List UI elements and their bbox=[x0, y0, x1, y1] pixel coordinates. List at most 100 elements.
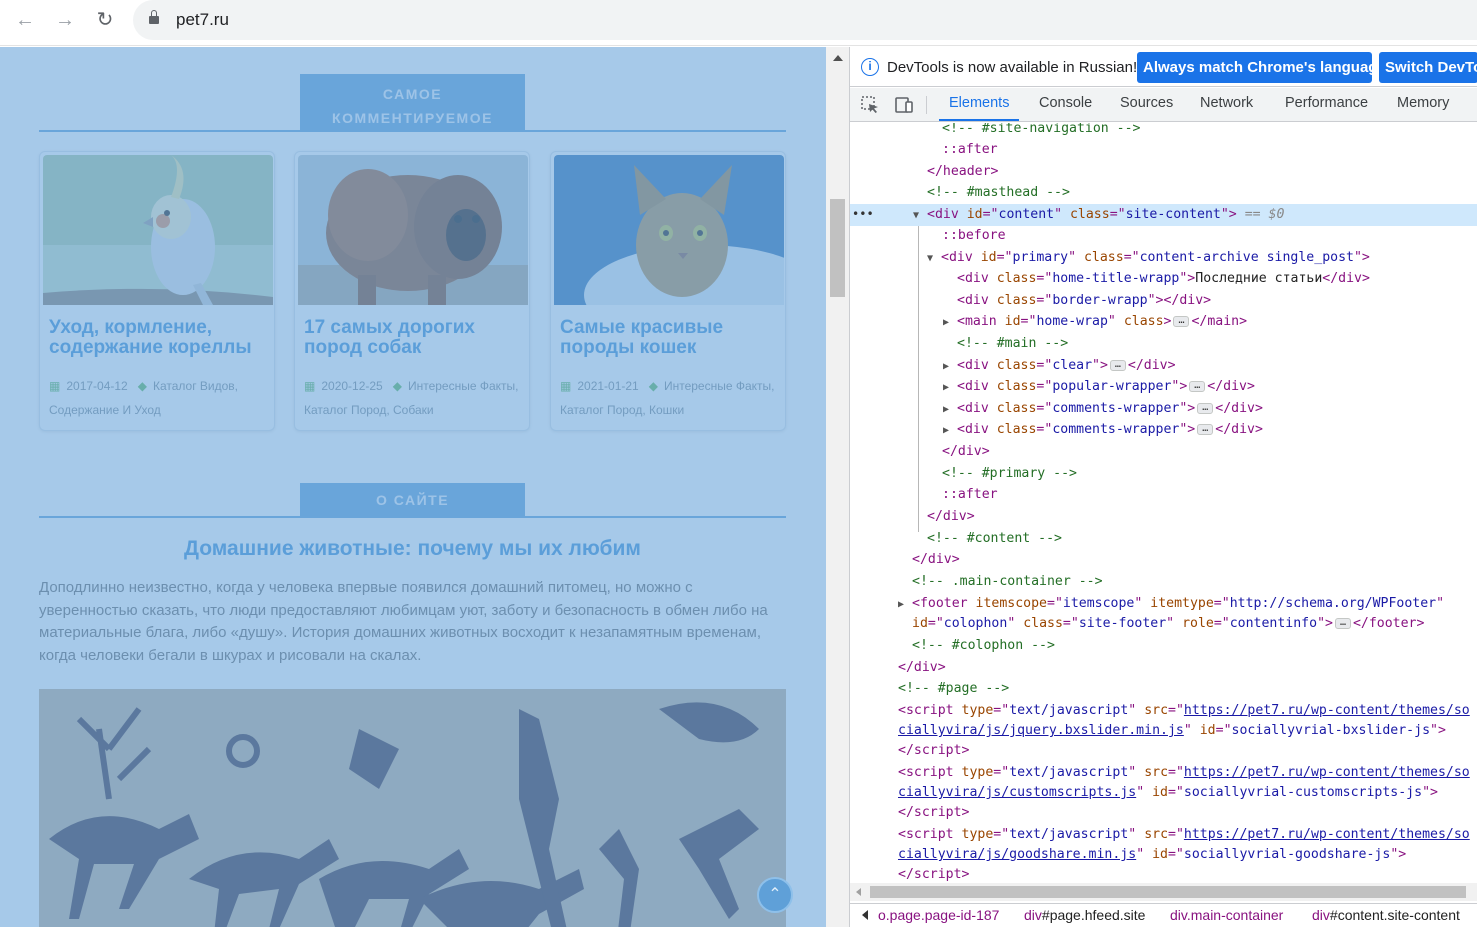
dom-node[interactable]: ▶ <footer itemscope="itemscope" itemtype=… bbox=[850, 593, 1477, 615]
about-paragraph: Доподлинно неизвестно, когда у человека … bbox=[39, 579, 768, 664]
dom-node[interactable]: ciallyvira/js/goodshare.min.js" id="soci… bbox=[850, 844, 1477, 866]
dom-node[interactable]: </header> bbox=[850, 161, 1477, 183]
collapse-triangle-icon[interactable]: ▼ bbox=[927, 248, 941, 270]
dom-node[interactable]: ::after bbox=[850, 484, 1477, 506]
post-date: 2017-04-12 bbox=[66, 379, 128, 393]
tab-network[interactable]: Network bbox=[1200, 88, 1253, 121]
calendar-icon: ▦ bbox=[49, 379, 61, 393]
dom-node[interactable]: <!-- #masthead --> bbox=[850, 182, 1477, 204]
scroll-up-arrow-icon[interactable] bbox=[833, 55, 843, 61]
dom-node[interactable]: </script> bbox=[850, 864, 1477, 881]
breadcrumb-item[interactable]: div#content.site-content bbox=[1312, 907, 1460, 923]
dom-node[interactable]: ::after bbox=[850, 139, 1477, 161]
tag-icon: ◆ bbox=[392, 379, 402, 393]
dom-node[interactable]: ▶ <div class="clear">… </div> bbox=[850, 355, 1477, 377]
dom-node[interactable]: <!-- #site-navigation --> bbox=[850, 123, 1477, 140]
page-viewport: САМОЕ КОММЕНТИРУЕМОЕ Уход, кормление, со… bbox=[0, 47, 849, 927]
post-thumbnail-mastiff[interactable] bbox=[298, 155, 528, 305]
inspect-element-icon[interactable] bbox=[860, 95, 880, 115]
dom-node[interactable]: </div> bbox=[850, 657, 1477, 679]
post-thumbnail-cat[interactable] bbox=[554, 155, 784, 305]
dom-horizontal-scrollbar[interactable] bbox=[850, 883, 1477, 901]
scroll-left-arrow-icon[interactable] bbox=[856, 888, 861, 896]
dom-node[interactable]: ciallyvira/js/customscripts.js" id="soci… bbox=[850, 782, 1477, 804]
tab-performance[interactable]: Performance bbox=[1285, 88, 1368, 121]
reload-icon[interactable]: ↻ bbox=[91, 6, 119, 34]
dom-node[interactable]: <!-- #page --> bbox=[850, 678, 1477, 700]
expand-triangle-icon[interactable]: ▶ bbox=[943, 377, 957, 399]
post-date: 2020-12-25 bbox=[321, 379, 383, 393]
post-meta: ▦ 2021-01-21 ◆ Интересные Факты, Каталог По… bbox=[560, 374, 782, 422]
expand-triangle-icon[interactable]: ▶ bbox=[943, 312, 957, 334]
dom-node[interactable]: <div class="border-wrapp"></div> bbox=[850, 290, 1477, 312]
tab-memory[interactable]: Memory bbox=[1397, 88, 1449, 121]
dom-node[interactable]: ▶ <div class="popular-wrapper">… </div> bbox=[850, 376, 1477, 398]
post-meta: ▦ 2017-04-12 ◆ Каталог Видов, Содержание И … bbox=[49, 374, 271, 422]
section-divider bbox=[39, 130, 786, 132]
page-vertical-scrollbar[interactable] bbox=[826, 47, 849, 927]
breadcrumb: o.page.page-id-187 div#page.hfeed.site d… bbox=[850, 903, 1477, 927]
dom-node[interactable]: </script> bbox=[850, 802, 1477, 824]
scrollbar-thumb[interactable] bbox=[870, 886, 1466, 898]
expand-triangle-icon[interactable]: ▶ bbox=[943, 356, 957, 378]
tab-sources[interactable]: Sources bbox=[1120, 88, 1173, 121]
device-toolbar-icon[interactable] bbox=[894, 95, 914, 115]
dom-node[interactable]: <script type="text/javascript" src="http… bbox=[850, 824, 1477, 846]
dom-node[interactable]: <!-- .main-container --> bbox=[850, 571, 1477, 593]
post-title[interactable]: Самые красивые породы кошек bbox=[560, 318, 780, 358]
dom-node[interactable]: <script type="text/javascript" src="http… bbox=[850, 762, 1477, 784]
section-title-about: О САЙТЕ bbox=[300, 483, 525, 517]
breadcrumb-item[interactable]: div#page.hfeed.site bbox=[1024, 907, 1145, 923]
tab-console[interactable]: Console bbox=[1039, 88, 1092, 121]
post-thumbnail-cockatiel[interactable] bbox=[43, 155, 273, 305]
dom-node[interactable]: <!-- #content --> bbox=[850, 528, 1477, 550]
always-match-language-button[interactable]: Always match Chrome's language bbox=[1137, 52, 1372, 83]
tag-icon: ◆ bbox=[648, 379, 658, 393]
breadcrumb-item[interactable]: o.page.page-id-187 bbox=[878, 907, 999, 923]
dom-node[interactable]: </div> bbox=[850, 441, 1477, 463]
post-title[interactable]: Уход, кормление, содержание кореллы bbox=[49, 318, 269, 358]
dom-node[interactable]: </div> bbox=[850, 549, 1477, 571]
breadcrumb-scroll-left-icon[interactable] bbox=[862, 910, 868, 920]
dom-node[interactable]: <div class="home-title-wrapp">Последние … bbox=[850, 268, 1477, 290]
forward-arrow-icon[interactable]: → bbox=[51, 6, 79, 34]
dom-node[interactable]: id="colophon" class="site-footer" role="… bbox=[850, 613, 1477, 635]
dom-node[interactable]: ::before bbox=[850, 225, 1477, 247]
dom-node[interactable]: <!-- #colophon --> bbox=[850, 635, 1477, 657]
post-title[interactable]: 17 самых дорогих пород собак bbox=[304, 318, 524, 358]
dom-node[interactable]: ▶ <main id="home-wrap" class>… </main> bbox=[850, 311, 1477, 333]
address-bar[interactable]: pet7.ru bbox=[133, 0, 1477, 40]
tab-separator bbox=[926, 96, 927, 114]
dom-node[interactable]: <script type="text/javascript" src="http… bbox=[850, 700, 1477, 722]
back-arrow-icon[interactable]: ← bbox=[11, 6, 39, 34]
elements-dom-tree[interactable]: <!-- #site-navigation --> ::after </head… bbox=[850, 123, 1477, 881]
dom-node[interactable]: <!-- #main --> bbox=[850, 333, 1477, 355]
dom-node[interactable]: </script> bbox=[850, 740, 1477, 762]
dom-node-selected[interactable]: ••• ▼ <div id="content" class="site-conten… bbox=[850, 204, 1477, 226]
dom-node[interactable]: <!-- #primary --> bbox=[850, 463, 1477, 485]
calendar-icon: ▦ bbox=[560, 379, 572, 393]
post-card[interactable]: Самые красивые породы кошек ▦ 2021-01-21 ◆… bbox=[550, 151, 786, 431]
switch-language-button[interactable]: Switch DevTools to Russian bbox=[1379, 52, 1477, 83]
dom-node[interactable]: ciallyvira/js/jquery.bxslider.min.js" id… bbox=[850, 720, 1477, 742]
about-heading: Домашние животные: почему мы их любим bbox=[184, 537, 641, 560]
collapse-triangle-icon[interactable]: ▼ bbox=[913, 205, 927, 227]
dom-node[interactable]: </div> bbox=[850, 506, 1477, 528]
expand-triangle-icon[interactable]: ▶ bbox=[943, 420, 957, 442]
more-options-icon[interactable]: ••• bbox=[852, 204, 874, 226]
dom-node[interactable]: ▶ <div class="comments-wrapper">… </div> bbox=[850, 419, 1477, 441]
tab-elements[interactable]: Elements bbox=[939, 88, 1020, 121]
expand-triangle-icon[interactable]: ▶ bbox=[943, 399, 957, 421]
dom-node[interactable]: ▶ <div class="comments-wrapper">… </div> bbox=[850, 398, 1477, 420]
breadcrumb-item[interactable]: div.main-container bbox=[1170, 907, 1283, 923]
info-icon: i bbox=[861, 58, 879, 76]
post-card[interactable]: 17 самых дорогих пород собак ▦ 2020-12-25… bbox=[294, 151, 530, 431]
dom-node[interactable]: ▼ <div id="primary" class="content-archiv… bbox=[850, 247, 1477, 269]
scrollbar-thumb[interactable] bbox=[830, 199, 845, 297]
scroll-to-top-button[interactable]: ⌃ bbox=[757, 877, 793, 913]
page-content-area: САМОЕ КОММЕНТИРУЕМОЕ Уход, кормление, со… bbox=[15, 47, 810, 927]
lock-icon bbox=[149, 10, 159, 26]
url-text[interactable]: pet7.ru bbox=[176, 10, 229, 30]
post-card[interactable]: Уход, кормление, содержание кореллы ▦ 201… bbox=[39, 151, 275, 431]
devtools-panel: i DevTools is now available in Russian! … bbox=[849, 47, 1477, 927]
